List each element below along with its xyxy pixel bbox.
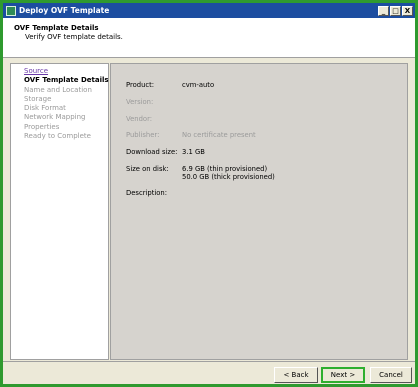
close-icon[interactable]: X [402,5,413,16]
nav-step-source[interactable]: Source [24,67,108,76]
nav-step-disk-format: Disk Format [24,104,66,113]
next-button[interactable]: Next > [321,367,365,383]
vendor-label: Vendor: [126,115,153,123]
window-controls: _ □ X [378,5,413,16]
title-bar[interactable]: Deploy OVF Template _ □ X [3,3,415,18]
product-value: cvm-auto [182,81,215,89]
size-on-disk-thin: 6.9 GB (thin provisioned) [182,165,268,173]
size-on-disk-thick: 50.0 GB (thick provisioned) [182,173,275,181]
nav-step-ovf-template-details: OVF Template Details [24,76,109,85]
nav-step-properties: Properties [24,122,60,131]
nav-step-storage: Storage [24,94,52,103]
minimize-icon[interactable]: _ [378,5,389,16]
footer-divider [3,361,415,362]
size-on-disk-label: Size on disk: [126,165,169,173]
version-label: Version: [126,98,154,106]
description-label: Description: [126,189,168,197]
wizard-steps-nav: Source OVF Template Details Name and Loc… [10,63,109,360]
app-icon [6,5,16,16]
download-size-label: Download size: [126,148,178,156]
nav-step-ready-to-complete: Ready to Complete [24,132,91,141]
wizard-header: OVF Template Details Verify OVF template… [3,18,415,58]
nav-step-network-mapping: Network Mapping [24,113,86,122]
step-subtitle: Verify OVF template details. [25,33,123,41]
nav-step-name-and-location: Name and Location [24,85,92,94]
product-label: Product: [126,81,155,89]
window-title: Deploy OVF Template [19,6,110,15]
details-panel: Product: cvm-auto Version: Vendor: Publi… [110,63,408,360]
publisher-value: No certificate present [182,131,256,139]
deploy-ovf-window: Deploy OVF Template _ □ X OVF Template D… [0,0,418,387]
download-size-value: 3.1 GB [182,148,205,156]
maximize-icon[interactable]: □ [390,5,401,16]
step-title: OVF Template Details [14,24,99,32]
publisher-label: Publisher: [126,131,160,139]
cancel-button[interactable]: Cancel [370,367,412,383]
back-button[interactable]: < Back [274,367,318,383]
